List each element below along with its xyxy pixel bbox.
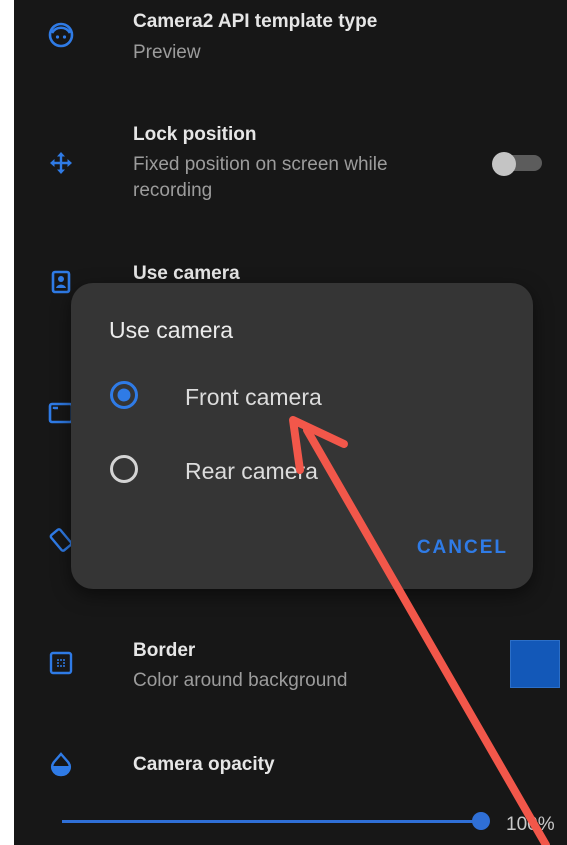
drop-icon — [51, 752, 71, 777]
settings-screen: Camera2 API template type Preview Lock p… — [14, 0, 567, 845]
radio-unselected-icon[interactable] — [109, 454, 139, 484]
option-front-camera[interactable]: Front camera — [109, 375, 509, 415]
opacity-slider-thumb[interactable] — [472, 812, 490, 830]
setting-title: Border — [133, 640, 196, 661]
option-label: Rear camera — [185, 458, 318, 484]
setting-title: Lock position — [133, 124, 257, 145]
setting-camera2-template[interactable]: Camera2 API template type Preview — [14, 0, 567, 80]
option-rear-camera[interactable]: Rear camera — [109, 449, 509, 489]
border-color-swatch[interactable] — [510, 640, 560, 688]
setting-border[interactable]: Border Color around background — [14, 630, 567, 700]
camera-portrait-icon — [51, 270, 71, 294]
setting-title: Camera2 API template type — [133, 11, 378, 32]
setting-subtitle: Color around background — [133, 670, 348, 691]
cancel-button[interactable]: CANCEL — [417, 537, 508, 559]
move-icon — [50, 152, 72, 174]
face-icon — [48, 22, 74, 48]
opacity-slider-track[interactable] — [62, 820, 482, 823]
setting-subtitle: Preview — [133, 42, 201, 63]
setting-subtitle: Fixed position on screen while recording — [133, 154, 388, 201]
setting-lock-position[interactable]: Lock position Fixed position on screen w… — [14, 110, 567, 220]
option-label: Front camera — [185, 384, 322, 410]
toggle-thumb — [492, 152, 516, 176]
lock-position-toggle[interactable] — [492, 152, 544, 176]
grid-icon — [49, 651, 73, 675]
use-camera-dialog: Use camera Front camera Rear camera CANC… — [71, 283, 533, 589]
setting-title: Use camera — [133, 263, 240, 284]
setting-title: Camera opacity — [133, 754, 275, 775]
radio-selected-icon[interactable] — [109, 380, 139, 410]
opacity-value: 100% — [506, 814, 555, 835]
setting-camera-opacity: Camera opacity — [14, 740, 567, 790]
dialog-title: Use camera — [109, 317, 233, 343]
